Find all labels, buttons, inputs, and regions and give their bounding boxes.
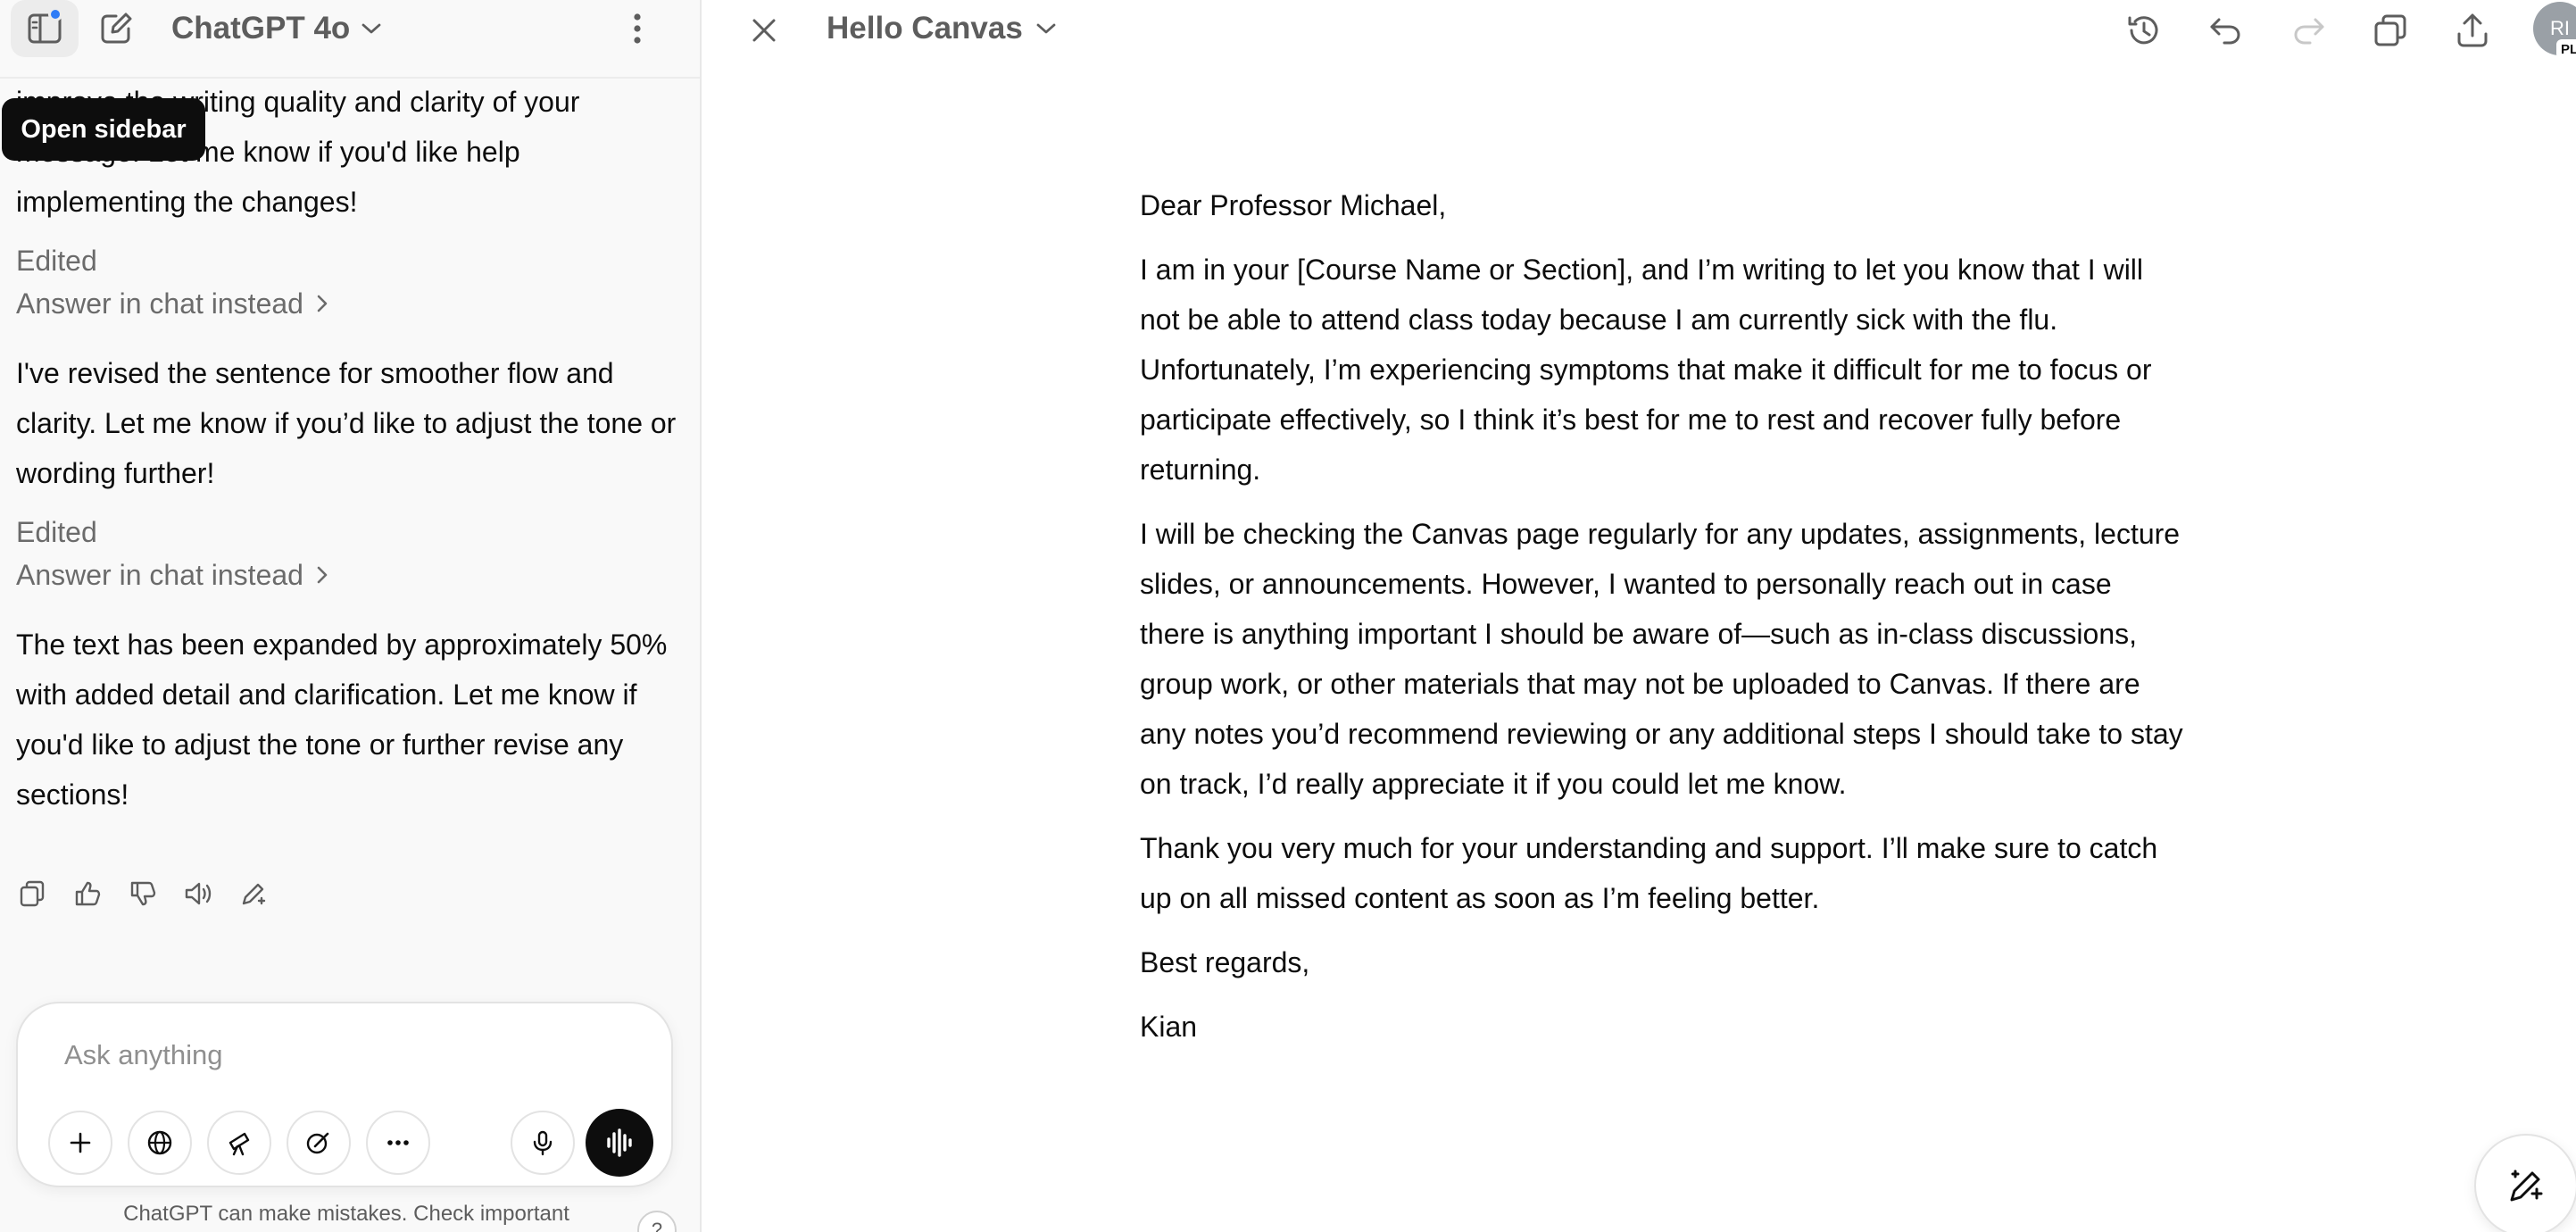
chat-input[interactable] xyxy=(64,1032,600,1078)
plus-icon xyxy=(67,1129,94,1156)
version-history-button[interactable] xyxy=(2117,4,2171,57)
more-vertical-icon xyxy=(632,11,643,46)
document-paragraph[interactable]: Best regards, xyxy=(1140,937,2184,987)
globe-icon xyxy=(145,1128,174,1157)
ellipsis-icon xyxy=(384,1128,412,1157)
thumbs-up-icon[interactable] xyxy=(71,878,104,910)
user-avatar[interactable]: RI PLU xyxy=(2528,0,2576,59)
notification-dot xyxy=(48,7,62,21)
model-selector[interactable]: ChatGPT 4o xyxy=(171,11,382,46)
canvas-document[interactable]: Dear Professor Michael, I am in your [Cou… xyxy=(1140,180,2184,1066)
new-chat-button[interactable] xyxy=(82,0,150,57)
canvas-header: Hello Canvas RI PLU xyxy=(703,0,2576,59)
redo-icon xyxy=(2289,11,2328,50)
edit-sparkle-icon[interactable] xyxy=(237,878,270,910)
canvas-title-selector[interactable]: Hello Canvas xyxy=(827,11,1057,46)
document-paragraph[interactable]: I will be checking the Canvas page regul… xyxy=(1140,509,2184,809)
answer-in-chat-label: Answer in chat instead xyxy=(16,287,303,320)
search-web-button[interactable] xyxy=(128,1111,192,1175)
copy-icon[interactable] xyxy=(16,878,48,910)
thumbs-down-icon[interactable] xyxy=(127,878,159,910)
document-paragraph[interactable]: Kian xyxy=(1140,1002,2184,1052)
chat-options-button[interactable] xyxy=(603,0,671,57)
assistant-message: I've revised the sentence for smoother f… xyxy=(16,357,677,489)
undo-icon xyxy=(2206,11,2246,50)
redo-button[interactable] xyxy=(2281,4,2335,57)
document-paragraph[interactable]: Dear Professor Michael, xyxy=(1140,180,2184,230)
share-button[interactable] xyxy=(2446,4,2499,57)
more-tools-button[interactable] xyxy=(366,1111,430,1175)
answer-in-chat-label: Answer in chat instead xyxy=(16,559,303,591)
chat-messages: improve the writing quality and clarity … xyxy=(16,36,677,832)
model-name: ChatGPT 4o xyxy=(171,11,351,46)
edited-label: Edited xyxy=(16,516,97,548)
assistant-message: The text has been expanded by approximat… xyxy=(16,628,668,811)
image-brush-icon xyxy=(304,1128,333,1157)
answer-in-chat-link[interactable]: Answer in chat instead xyxy=(16,554,677,596)
add-attachment-button[interactable] xyxy=(48,1111,112,1175)
suggest-edits-button[interactable] xyxy=(2474,1134,2576,1232)
edited-label: Edited xyxy=(16,245,97,277)
copy-canvas-button[interactable] xyxy=(2364,4,2417,57)
chat-header: ChatGPT 4o xyxy=(0,0,700,79)
deep-research-button[interactable] xyxy=(207,1111,271,1175)
canvas-title: Hello Canvas xyxy=(827,11,1023,46)
microphone-icon xyxy=(528,1128,557,1157)
chevron-down-icon xyxy=(361,21,382,36)
document-paragraph[interactable]: Thank you very much for your understandi… xyxy=(1140,823,2184,923)
undo-button[interactable] xyxy=(2199,4,2253,57)
chevron-right-icon xyxy=(316,564,328,586)
copy-icon xyxy=(2371,11,2410,50)
chat-composer xyxy=(16,1002,673,1187)
chevron-right-icon xyxy=(316,293,328,314)
sidebar-tooltip: Open sidebar xyxy=(2,98,205,161)
voice-mode-button[interactable] xyxy=(586,1109,653,1177)
voice-wave-icon xyxy=(602,1125,637,1161)
speaker-icon[interactable] xyxy=(182,878,214,910)
pencil-sparkle-icon xyxy=(2505,1164,2547,1207)
plan-badge: PLU xyxy=(2556,39,2576,59)
disclaimer-text: ChatGPT can make mistakes. Check importa… xyxy=(123,1202,569,1226)
answer-in-chat-link[interactable]: Answer in chat instead xyxy=(16,282,677,325)
share-icon xyxy=(2453,11,2492,50)
create-image-button[interactable] xyxy=(287,1111,351,1175)
sidebar-toggle-button[interactable] xyxy=(11,0,79,57)
message-actions xyxy=(16,871,270,916)
close-canvas-button[interactable] xyxy=(739,5,789,55)
message-line: implementing the changes! xyxy=(16,186,358,218)
telescope-icon xyxy=(225,1128,253,1157)
new-chat-icon xyxy=(96,9,136,48)
dictate-button[interactable] xyxy=(511,1111,575,1175)
chat-panel: improve the writing quality and clarity … xyxy=(0,0,702,1232)
history-icon xyxy=(2124,11,2164,50)
close-icon xyxy=(749,15,779,46)
document-paragraph[interactable]: I am in your [Course Name or Section], a… xyxy=(1140,245,2184,495)
chevron-down-icon xyxy=(1035,21,1057,36)
